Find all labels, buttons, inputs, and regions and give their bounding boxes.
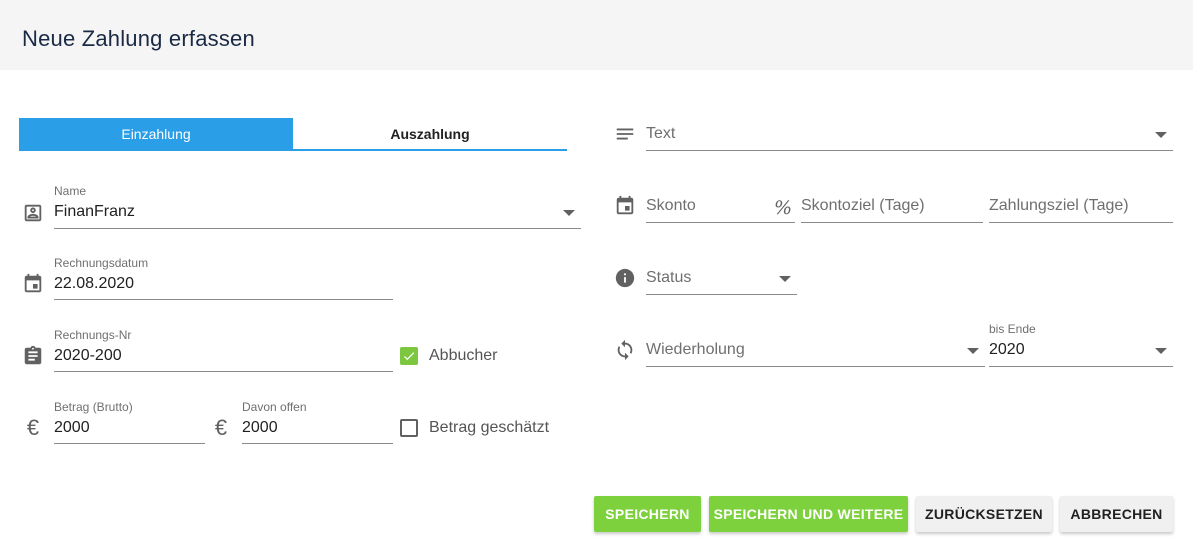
betrag-field[interactable]: Betrag (Brutto) 2000 — [54, 400, 205, 446]
wiederholung-dropdown-arrow-icon[interactable] — [967, 348, 979, 354]
calendar-icon — [22, 273, 44, 295]
betrag-underline — [54, 443, 205, 444]
skonto-placeholder: Skonto — [646, 197, 696, 214]
skonto-field[interactable]: Skonto % — [646, 192, 795, 224]
betrag-label: Betrag (Brutto) — [54, 400, 133, 414]
status-dropdown-arrow-icon[interactable] — [779, 276, 791, 282]
bis-ende-dropdown-arrow-icon[interactable] — [1155, 348, 1167, 354]
rechnungsnr-underline — [54, 371, 393, 372]
zahlungsziel-placeholder: Zahlungsziel (Tage) — [989, 197, 1129, 214]
text-dropdown-arrow-icon[interactable] — [1155, 132, 1167, 138]
tab-einzahlung[interactable]: Einzahlung — [19, 118, 293, 149]
rechnungsdatum-value: 22.08.2020 — [54, 275, 135, 292]
rechnungsdatum-field[interactable]: Rechnungsdatum 22.08.2020 — [54, 256, 393, 302]
rechnungsnr-field[interactable]: Rechnungs-Nr 2020-200 — [54, 328, 393, 374]
skontoziel-field[interactable]: Skontoziel (Tage) — [801, 192, 983, 224]
tab-auszahlung[interactable]: Auszahlung — [293, 118, 567, 149]
rechnungsnr-value: 2020-200 — [54, 347, 122, 364]
davon-offen-field[interactable]: Davon offen 2000 — [242, 400, 393, 446]
name-field[interactable]: Name FinanFranz — [54, 184, 581, 230]
skonto-underline — [646, 222, 795, 223]
name-underline — [54, 228, 581, 229]
info-icon — [614, 267, 636, 289]
davon-offen-underline — [242, 443, 393, 444]
percent-suffix: % — [773, 197, 792, 219]
name-dropdown-arrow-icon[interactable] — [563, 210, 575, 216]
bis-ende-label: bis Ende — [989, 322, 1036, 336]
abbucher-label: Abbucher — [429, 347, 498, 364]
sync-icon — [614, 339, 636, 361]
contact-card-icon — [22, 202, 44, 224]
dialog-title: Neue Zahlung erfassen — [22, 26, 255, 51]
davon-offen-label: Davon offen — [242, 400, 307, 414]
status-field[interactable]: Status — [646, 264, 797, 296]
bis-ende-field[interactable]: bis Ende 2020 — [989, 322, 1173, 368]
skontoziel-placeholder: Skontoziel (Tage) — [801, 197, 925, 214]
clipboard-icon — [22, 345, 44, 367]
euro-icon: € — [214, 415, 228, 440]
status-underline — [646, 294, 797, 295]
skontoziel-underline — [801, 222, 983, 223]
name-label: Name — [54, 184, 87, 198]
bis-ende-underline — [989, 366, 1173, 367]
zahlungsziel-underline — [989, 222, 1173, 223]
abbucher-checkbox[interactable]: Abbucher — [400, 347, 498, 365]
dialog-header: Neue Zahlung erfassen — [0, 0, 1193, 70]
rechnungsnr-label: Rechnungs-Nr — [54, 328, 132, 342]
text-field[interactable]: Text — [646, 120, 1173, 152]
notes-icon — [614, 123, 636, 145]
calendar-icon — [614, 195, 636, 217]
bis-ende-value: 2020 — [989, 341, 1025, 358]
davon-offen-value: 2000 — [242, 419, 278, 436]
euro-icon: € — [26, 415, 40, 440]
reset-button[interactable]: ZURÜCKSETZEN — [916, 496, 1052, 532]
wiederholung-field[interactable]: Wiederholung — [646, 336, 985, 368]
text-placeholder: Text — [646, 125, 676, 142]
save-button[interactable]: SPEICHERN — [594, 496, 701, 532]
abbucher-checkbox-box[interactable] — [400, 347, 418, 365]
betrag-geschaetzt-checkbox-box[interactable] — [400, 419, 418, 437]
name-value: FinanFranz — [54, 203, 135, 220]
rechnungsdatum-label: Rechnungsdatum — [54, 256, 149, 270]
status-placeholder: Status — [646, 269, 692, 286]
text-underline — [646, 150, 1173, 151]
wiederholung-underline — [646, 366, 985, 367]
zahlungsziel-field[interactable]: Zahlungsziel (Tage) — [989, 192, 1173, 224]
save-and-more-button[interactable]: SPEICHERN UND WEITERE — [709, 496, 908, 532]
payment-type-tabs: Einzahlung Auszahlung — [19, 118, 567, 151]
wiederholung-placeholder: Wiederholung — [646, 341, 745, 358]
rechnungsdatum-underline — [54, 299, 393, 300]
betrag-geschaetzt-checkbox[interactable]: Betrag geschätzt — [400, 419, 549, 437]
betrag-geschaetzt-label: Betrag geschätzt — [429, 419, 550, 436]
cancel-button[interactable]: ABBRECHEN — [1060, 496, 1173, 532]
betrag-value: 2000 — [54, 419, 90, 436]
checkmark-icon — [403, 352, 415, 361]
